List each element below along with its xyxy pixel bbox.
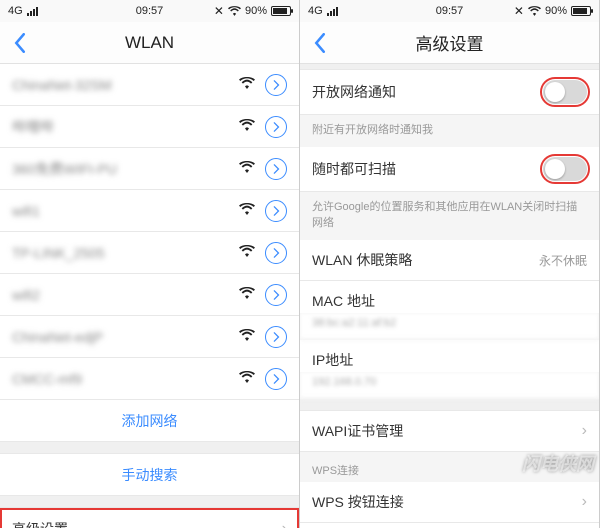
manual-search-button[interactable]: 手动搜索 — [0, 454, 299, 496]
wps-section-header: WPS连接 — [300, 452, 599, 482]
advanced-settings-button[interactable]: 高级设置› — [0, 508, 299, 528]
scan-always-row[interactable]: 随时都可扫描 — [300, 147, 599, 192]
phone-advanced-settings: 4G 09:57 ✕ 90% 高级设置 开放网络通知 附近有开放网络时通知我 随… — [300, 0, 600, 528]
open-network-notify-row[interactable]: 开放网络通知 — [300, 70, 599, 115]
row-label: WPS 按钮连接 — [312, 492, 576, 512]
signal-bars-icon — [327, 6, 338, 16]
network-name: 360免费WIFI-PU — [12, 159, 239, 179]
back-button[interactable] — [0, 22, 40, 64]
network-details-button[interactable] — [265, 284, 287, 306]
row-label: 高级设置 — [12, 519, 282, 528]
row-label: 添加网络 — [122, 411, 178, 431]
wps-button-row[interactable]: WPS 按钮连接 › — [300, 482, 599, 523]
row-label: 手动搜索 — [122, 465, 178, 485]
wlan-network-row[interactable]: ChinaNet-edjP — [0, 316, 299, 358]
row-label: IP地址 — [312, 350, 587, 370]
wifi-icon — [228, 6, 241, 16]
network-name: wifi1 — [12, 203, 239, 219]
wifi-signal-icon — [239, 160, 255, 178]
network-label: 4G — [308, 5, 323, 17]
row-label: 开放网络通知 — [312, 82, 543, 102]
wifi-signal-icon — [239, 286, 255, 304]
network-name: ChinaNet-edjP — [12, 329, 239, 345]
wlan-network-row[interactable]: wifi1 — [0, 190, 299, 232]
nav-bar: 高级设置 — [300, 22, 599, 64]
chevron-left-icon — [313, 33, 327, 53]
wifi-signal-icon — [239, 202, 255, 220]
status-bar: 4G 09:57 ✕ 90% — [0, 0, 299, 22]
ip-address-row: IP地址 — [300, 340, 599, 372]
row-label: MAC 地址 — [312, 291, 587, 311]
wifi-signal-icon — [239, 244, 255, 262]
wifi-signal-icon — [239, 328, 255, 346]
wlan-network-row[interactable]: wifi2 — [0, 274, 299, 316]
wps-pin-row[interactable]: WPS PIN 输入 › — [300, 523, 599, 528]
wifi-icon — [528, 6, 541, 16]
battery-pct: 90% — [545, 5, 567, 17]
row-label: WLAN 休眠策略 — [312, 250, 539, 270]
signal-bars-icon — [27, 6, 38, 16]
row-label: 随时都可扫描 — [312, 159, 543, 179]
network-details-button[interactable] — [265, 158, 287, 180]
chevron-right-icon: › — [582, 422, 587, 440]
wifi-signal-icon — [239, 118, 255, 136]
page-title: 高级设置 — [300, 30, 599, 55]
wlan-network-row[interactable]: 360免费WIFI-PU — [0, 148, 299, 190]
network-details-button[interactable] — [265, 200, 287, 222]
network-details-button[interactable] — [265, 74, 287, 96]
network-name: TP-LINK_2505 — [12, 245, 239, 261]
wifi-signal-icon — [239, 370, 255, 388]
mute-icon: ✕ — [214, 4, 224, 18]
network-name: 哔哩哔 — [12, 117, 239, 137]
open-network-notify-sub: 附近有开放网络时通知我 — [300, 115, 599, 147]
scan-always-sub: 允许Google的位置服务和其他应用在WLAN关闭时扫描网络 — [300, 192, 599, 240]
network-details-button[interactable] — [265, 116, 287, 138]
battery-icon — [571, 6, 591, 16]
wlan-network-row[interactable]: 哔哩哔 — [0, 106, 299, 148]
network-details-button[interactable] — [265, 326, 287, 348]
battery-icon — [271, 6, 291, 16]
chevron-right-icon: › — [582, 493, 587, 511]
phone-wlan-list: 4G 09:57 ✕ 90% WLAN ChinaNet-32SM 哔哩哔 360免… — [0, 0, 300, 528]
sleep-policy-value: 永不休眠 — [539, 252, 587, 269]
add-network-button[interactable]: 添加网络 — [0, 400, 299, 442]
ip-address-value: 192.168.0.70 — [300, 372, 599, 399]
wlan-list: ChinaNet-32SM 哔哩哔 360免费WIFI-PU wifi1 TP-LINK… — [0, 64, 299, 528]
status-bar: 4G 09:57 ✕ 90% — [300, 0, 599, 22]
network-label: 4G — [8, 5, 23, 17]
battery-pct: 90% — [245, 5, 267, 17]
scan-always-toggle[interactable] — [543, 157, 587, 181]
sleep-policy-row[interactable]: WLAN 休眠策略 永不休眠 — [300, 240, 599, 281]
network-name: CMCC-mf9 — [12, 371, 239, 387]
network-name: ChinaNet-32SM — [12, 77, 239, 93]
chevron-right-icon: › — [282, 520, 287, 528]
row-label: WAPI证书管理 — [312, 421, 576, 441]
page-title: WLAN — [0, 33, 299, 53]
open-network-notify-toggle[interactable] — [543, 80, 587, 104]
wlan-network-row[interactable]: CMCC-mf9 — [0, 358, 299, 400]
chevron-left-icon — [13, 33, 27, 53]
wapi-cert-row[interactable]: WAPI证书管理 › — [300, 411, 599, 452]
nav-bar: WLAN — [0, 22, 299, 64]
network-details-button[interactable] — [265, 242, 287, 264]
wifi-signal-icon — [239, 76, 255, 94]
mute-icon: ✕ — [514, 4, 524, 18]
mac-address-row: MAC 地址 — [300, 281, 599, 313]
network-details-button[interactable] — [265, 368, 287, 390]
wlan-network-row[interactable]: TP-LINK_2505 — [0, 232, 299, 274]
network-name: wifi2 — [12, 287, 239, 303]
back-button[interactable] — [300, 22, 340, 64]
wlan-network-row[interactable]: ChinaNet-32SM — [0, 64, 299, 106]
mac-address-value: 38:bc:a2:11:af:b2 — [300, 313, 599, 340]
settings-list: 开放网络通知 附近有开放网络时通知我 随时都可扫描 允许Google的位置服务和… — [300, 64, 599, 528]
